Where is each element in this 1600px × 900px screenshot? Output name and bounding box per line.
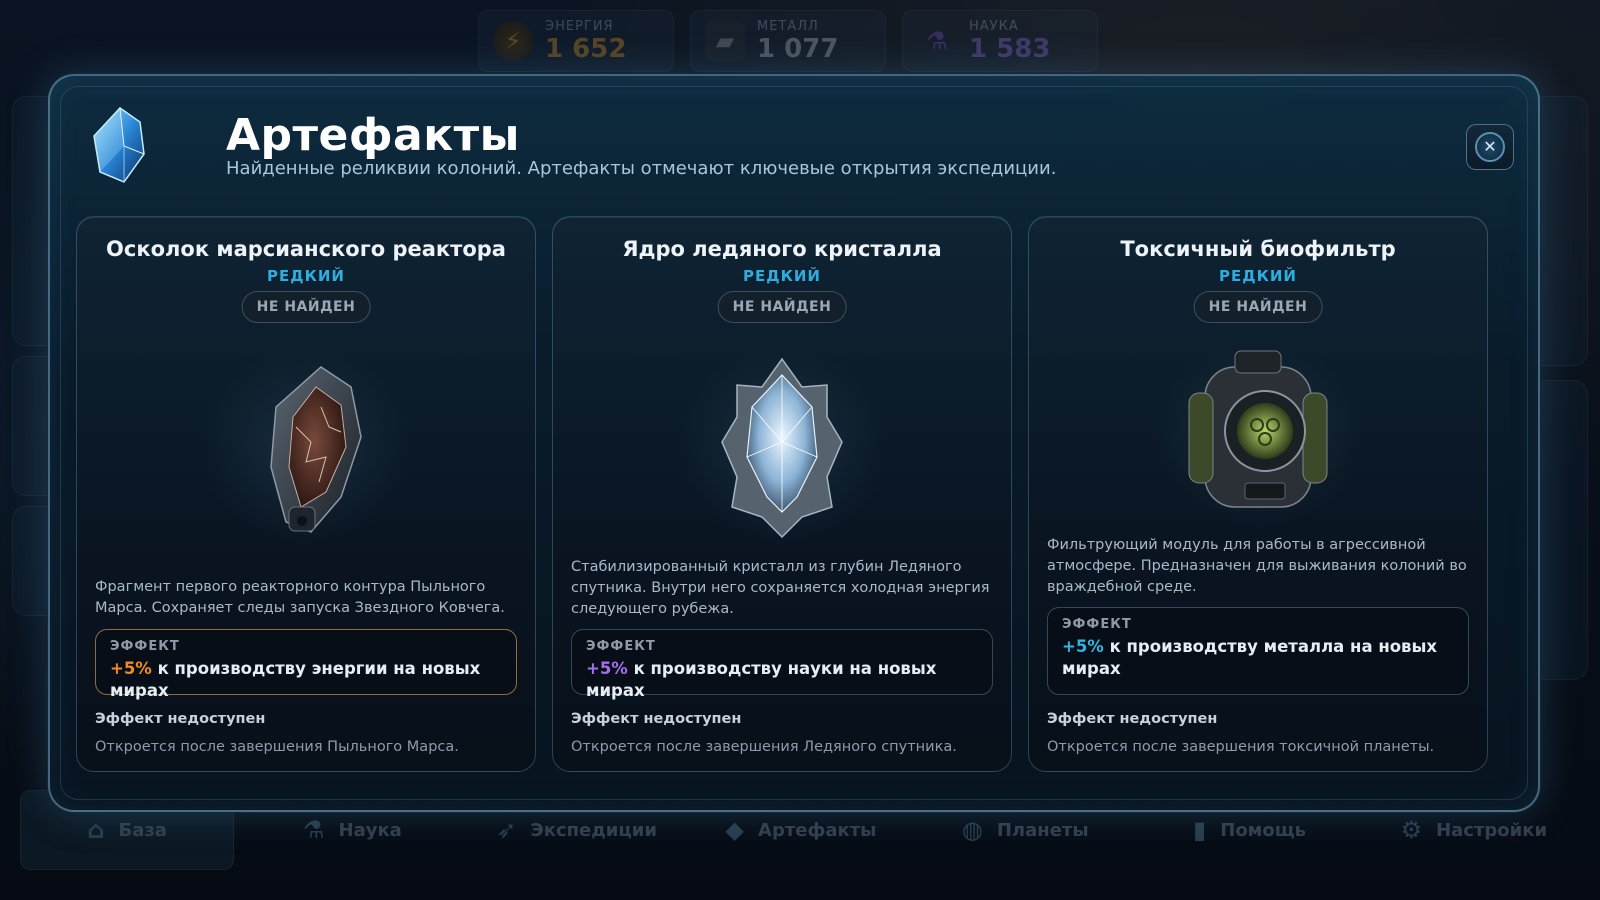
artifact-name: Токсичный биофильтр xyxy=(1120,237,1396,261)
status-badge: НЕ НАЙДЕН xyxy=(241,291,371,323)
lightning-icon: ⚡ xyxy=(493,21,533,61)
artifact-description: Фрагмент первого реакторного контура Пыл… xyxy=(95,579,505,616)
artifact-cards: Осколок марсианского реактора РЕДКИЙ НЕ … xyxy=(76,216,1488,772)
metal-ingot-icon: ▰ xyxy=(705,21,745,61)
effect-text: +5% к производству энергии на новых мира… xyxy=(110,658,502,702)
resource-label: ЭНЕРГИЯ xyxy=(545,18,614,34)
nav-label: Экспедиции xyxy=(530,819,657,841)
effect-box: ЭФФЕКТ +5% к производству науки на новых… xyxy=(571,629,993,700)
effect-percent: +5% xyxy=(1062,637,1104,656)
artifacts-modal: Артефакты Найденные реликвии колоний. Ар… xyxy=(48,74,1540,812)
artifact-name: Осколок марсианского реактора xyxy=(106,237,506,261)
resource-science: ⚗ НАУКА 1 583 xyxy=(902,10,1098,72)
status-badge: НЕ НАЙДЕН xyxy=(717,291,847,323)
resource-metal: ▰ МЕТАЛЛ 1 077 xyxy=(690,10,886,72)
rarity-label: РЕДКИЙ xyxy=(267,267,345,285)
close-button[interactable]: ✕ xyxy=(1466,124,1514,170)
close-icon: ✕ xyxy=(1475,132,1505,162)
effect-text: +5% к производству науки на новых мирах xyxy=(586,658,978,702)
effect-label: ЭФФЕКТ xyxy=(1062,617,1132,632)
unlock-condition: Откроется после завершения Ледяного спут… xyxy=(571,739,957,755)
artifact-card[interactable]: Токсичный биофильтр РЕДКИЙ НЕ НАЙДЕН Фил… xyxy=(1028,216,1488,772)
effect-box: ЭФФЕКТ +5% к производству металла на нов… xyxy=(1047,607,1469,695)
effect-percent: +5% xyxy=(586,659,628,678)
artifact-description: Фильтрующий модуль для работы в агрессив… xyxy=(1047,537,1467,595)
ice-crystal-icon xyxy=(721,357,843,539)
unlock-condition: Откроется после завершения токсичной пла… xyxy=(1047,739,1435,755)
biofilter-icon xyxy=(1188,350,1328,508)
effect-unavailable: Эффект недоступен xyxy=(571,711,742,727)
modal-subtitle: Найденные реликвии колоний. Артефакты от… xyxy=(226,158,1057,179)
effect-description: к производству металла на новых мирах xyxy=(1062,637,1438,678)
resource-value: 1 652 xyxy=(545,33,627,64)
status-badge: НЕ НАЙДЕН xyxy=(1193,291,1323,323)
gear-icon: ⚙ xyxy=(1400,816,1423,844)
artifact-card[interactable]: Ядро ледяного кристалла РЕДКИЙ НЕ НАЙДЕН xyxy=(552,216,1012,772)
flask-icon: ⚗ xyxy=(926,27,948,55)
unlock-condition: Откроется после завершения Пыльного Марс… xyxy=(95,739,459,755)
effect-description: к производству науки на новых мирах xyxy=(586,659,937,700)
rocket-icon: ➶ xyxy=(496,816,517,844)
effect-box: ЭФФЕКТ +5% к производству энергии на нов… xyxy=(95,629,517,700)
artifact-image xyxy=(201,347,411,547)
rarity-label: РЕДКИЙ xyxy=(743,267,821,285)
effect-description: к производству энергии на новых мирах xyxy=(110,659,481,700)
nav-label: Помощь xyxy=(1220,819,1307,841)
resource-value: 1 583 xyxy=(969,33,1051,64)
resource-label: НАУКА xyxy=(969,18,1019,34)
resource-value: 1 077 xyxy=(757,33,839,64)
flask-icon: ⚗ xyxy=(303,816,325,844)
effect-label: ЭФФЕКТ xyxy=(110,639,180,654)
reactor-shard-icon xyxy=(270,366,362,533)
modal-header: Артефакты Найденные реликвии колоний. Ар… xyxy=(90,106,1514,196)
nav-label: Планеты xyxy=(996,819,1089,841)
artifact-name: Ядро ледяного кристалла xyxy=(622,237,942,261)
resource-energy: ⚡ ЭНЕРГИЯ 1 652 xyxy=(478,10,674,72)
crystal-icon xyxy=(93,107,145,183)
artifact-image xyxy=(677,347,887,547)
effect-percent: +5% xyxy=(110,659,152,678)
artifact-image xyxy=(1153,343,1363,529)
planet-icon: ◍ xyxy=(961,816,983,844)
crystal-icon: ◆ xyxy=(725,816,745,844)
resource-bar: ⚡ ЭНЕРГИЯ 1 652 ▰ МЕТАЛЛ 1 077 ⚗ НАУКА 1… xyxy=(478,10,1098,72)
nav-label: База xyxy=(118,819,167,841)
base-icon: ⌂ xyxy=(87,816,105,844)
artifact-description: Стабилизированный кристалл из глубин Лед… xyxy=(571,559,990,617)
resource-label: МЕТАЛЛ xyxy=(757,18,819,34)
chart-icon: ▮ xyxy=(1193,816,1207,844)
effect-text: +5% к производству металла на новых мира… xyxy=(1062,636,1454,680)
nav-label: Наука xyxy=(338,819,402,841)
nav-label: Артефакты xyxy=(758,819,877,841)
effect-unavailable: Эффект недоступен xyxy=(95,711,266,727)
rarity-label: РЕДКИЙ xyxy=(1219,267,1297,285)
modal-title: Артефакты xyxy=(226,110,520,161)
nav-label: Настройки xyxy=(1436,819,1548,841)
effect-label: ЭФФЕКТ xyxy=(586,639,656,654)
effect-unavailable: Эффект недоступен xyxy=(1047,711,1218,727)
artifact-card[interactable]: Осколок марсианского реактора РЕДКИЙ НЕ … xyxy=(76,216,536,772)
